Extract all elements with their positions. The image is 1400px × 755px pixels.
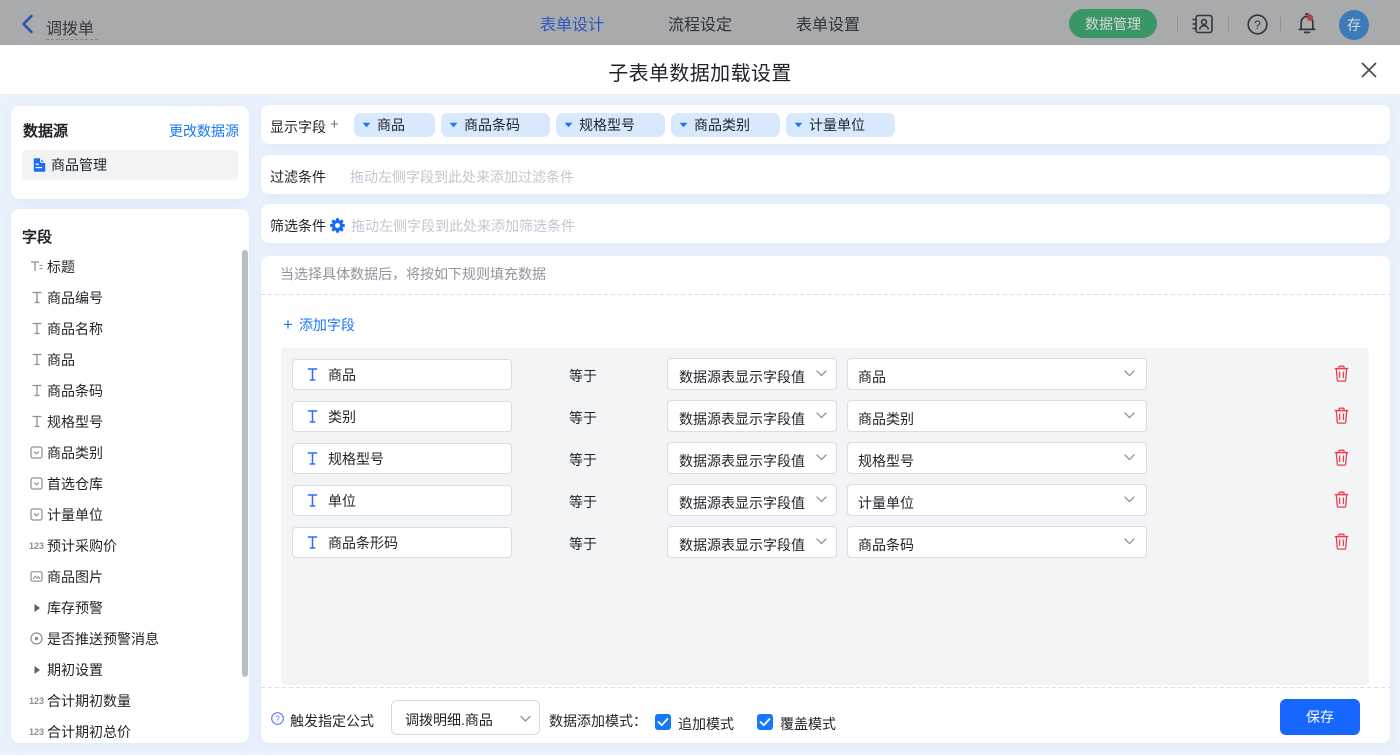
svg-text:?: ? [1254,18,1261,32]
svg-text:?: ? [275,715,280,724]
